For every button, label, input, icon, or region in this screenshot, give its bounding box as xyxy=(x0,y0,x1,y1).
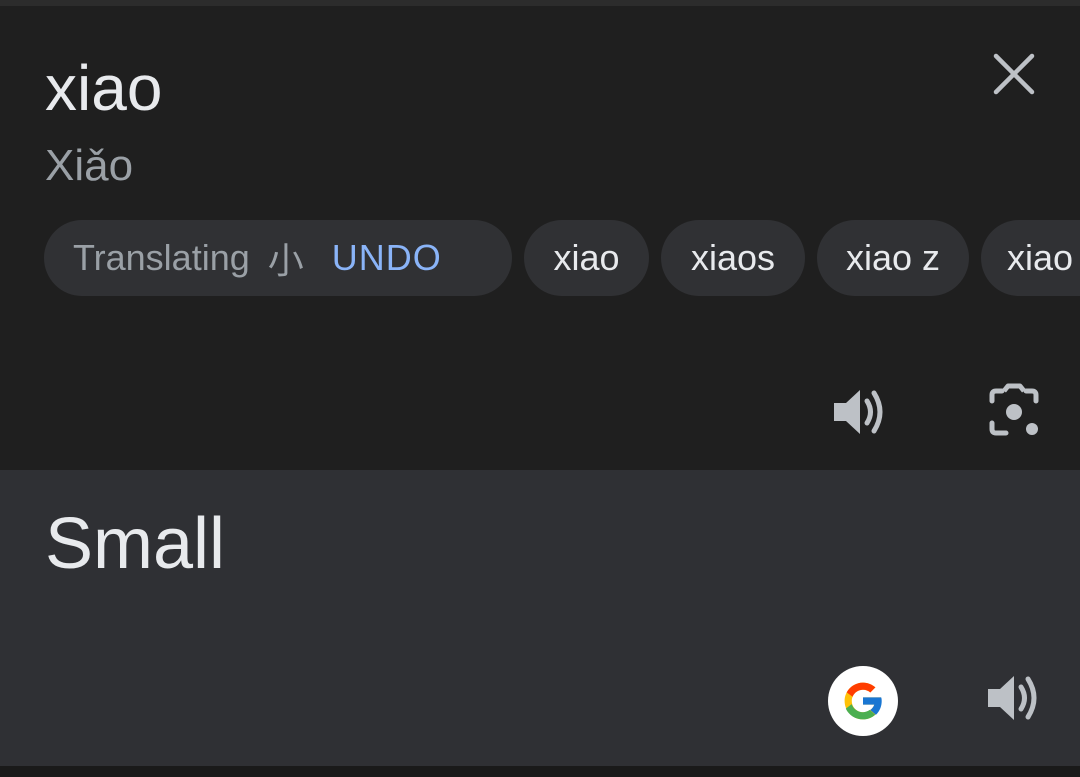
bottom-divider xyxy=(0,766,1080,777)
speaker-icon xyxy=(988,676,1037,720)
translate-card: xiao Xiǎo Translating 小 UNDO xiao xiaos … xyxy=(0,0,1080,777)
google-logo-icon xyxy=(844,682,883,720)
target-listen-button[interactable] xyxy=(978,662,1050,734)
camera-icon xyxy=(989,383,1039,436)
translating-character: 小 xyxy=(267,240,304,281)
suggestion-chip[interactable]: xiaos xyxy=(661,220,805,296)
camera-button[interactable] xyxy=(978,376,1050,448)
close-icon xyxy=(993,53,1035,95)
suggestion-chip[interactable]: xiao z xyxy=(817,220,969,296)
suggestion-chips: Translating 小 UNDO xiao xiaos xiao z xia… xyxy=(44,220,1080,298)
speaker-icon xyxy=(834,390,883,434)
close-button[interactable] xyxy=(986,46,1042,102)
romanization-text: Xiǎo xyxy=(45,141,134,190)
undo-button[interactable]: UNDO xyxy=(332,237,442,279)
translation-text: Small xyxy=(45,504,226,584)
suggestion-chip[interactable]: xiao xyxy=(524,220,649,296)
target-panel: Small xyxy=(0,470,1080,766)
google-search-button[interactable] xyxy=(828,666,898,736)
translating-label: Translating xyxy=(73,237,250,278)
translating-chip: Translating 小 UNDO xyxy=(44,220,512,296)
suggestion-chip[interactable]: xiao xyxy=(981,220,1080,296)
source-panel: xiao Xiǎo Translating 小 UNDO xiao xiaos … xyxy=(0,6,1080,470)
source-text[interactable]: xiao xyxy=(45,56,162,120)
source-listen-button[interactable] xyxy=(824,376,896,448)
